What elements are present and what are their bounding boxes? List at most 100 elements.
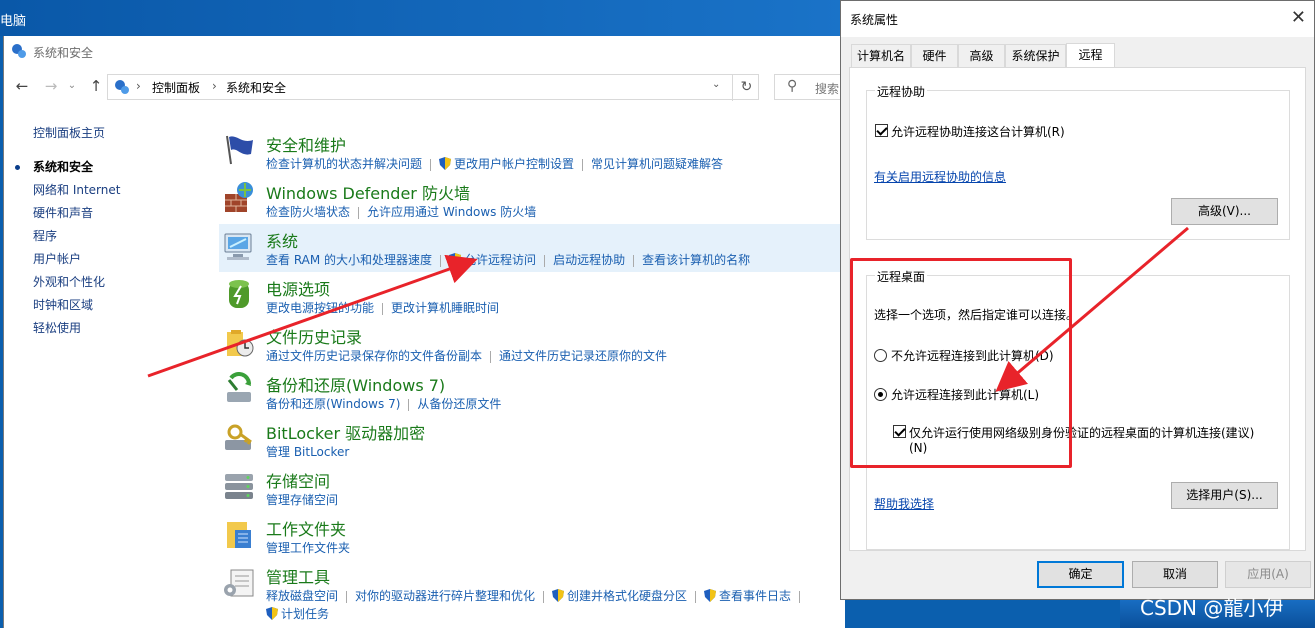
category-title[interactable]: Windows Defender 防火墙 [266,180,470,204]
link-manage-storage[interactable]: 管理存储空间 [266,493,338,507]
link-schedule-tasks[interactable]: 计划任务 [281,607,329,621]
category-title[interactable]: BitLocker 驱动器加密 [266,420,425,444]
breadcrumb-system-security[interactable]: 系统和安全 [226,79,286,96]
link-restore-files[interactable]: 通过文件历史记录还原你的文件 [499,349,667,363]
uac-shield-icon [552,589,565,602]
select-users-button[interactable]: 选择用户(S)... [1171,482,1278,509]
group-legend: 远程协助 [875,83,928,100]
nav-item-network[interactable]: 网络和 Internet [33,181,120,198]
link-free-disk-space[interactable]: 释放磁盘空间 [266,589,338,603]
separator [543,590,545,603]
category-system: 系统 查看 RAM 的大小和处理器速度 允许远程访问 启动远程协助 查看该计算机的名称 [219,224,844,272]
remote-assistance-info-link[interactable]: 有关启用远程协助的信息 [874,168,1006,185]
category-title[interactable]: 电源选项 [266,276,330,300]
category-backup-restore: 备份和还原(Windows 7) 备份和还原(Windows 7) 从备份还原文件 [219,368,844,416]
nav-item-hardware-sound[interactable]: 硬件和声音 [33,204,93,221]
nav-item-programs[interactable]: 程序 [33,227,57,244]
tab-remote[interactable]: 远程 [1066,43,1115,68]
advanced-button[interactable]: 高级(V)... [1171,198,1278,225]
link-allow-app[interactable]: 允许应用通过 Windows 防火墙 [367,205,536,219]
separator [582,158,584,171]
refresh-icon[interactable]: ↻ [732,75,760,101]
category-title[interactable]: 安全和维护 [266,132,346,156]
bitlocker-key-icon [225,424,252,450]
category-title[interactable]: 系统 [266,228,298,252]
separator [633,254,635,267]
tab-advanced[interactable]: 高级 [958,44,1005,67]
backup-icon [227,372,251,402]
close-icon[interactable]: ✕ [1291,7,1306,28]
tab-computer-name[interactable]: 计算机名 [851,44,911,67]
category-links: 释放磁盘空间 对你的驱动器进行碎片整理和优化 创建并格式化硬盘分区 查看事件日志 [266,587,808,604]
link-view-computer-name[interactable]: 查看该计算机的名称 [642,253,750,267]
nav-item-ease-of-access[interactable]: 轻松使用 [33,319,81,336]
dialog-title: 系统属性 [850,13,899,27]
nav-item-user-accounts[interactable]: 用户帐户 [33,250,81,267]
remote-assistance-group: 远程协助 允许远程协助连接这台计算机(R) 有关启用远程协助的信息 高级(V).… [866,83,1290,240]
category-title[interactable]: 存储空间 [266,468,330,492]
category-power-options: 电源选项 更改电源按钮的功能 更改计算机睡眠时间 [219,272,844,320]
link-manage-work-folders[interactable]: 管理工作文件夹 [266,541,350,555]
category-links: 检查计算机的状态并解决问题 更改用户帐户控制设置 常见计算机问题疑难解答 [266,155,723,172]
up-arrow-icon[interactable]: ↑ [86,76,106,96]
category-work-folders: 工作文件夹 管理工作文件夹 [219,512,844,560]
category-links-row2: 计划任务 [266,605,329,622]
category-title[interactable]: 文件历史记录 [266,324,362,348]
dialog-titlebar: 系统属性 ✕ [841,1,1314,37]
desktop-background: 电脑 [0,0,845,36]
category-title[interactable]: 备份和还原(Windows 7) [266,372,445,396]
link-sleep-time[interactable]: 更改计算机睡眠时间 [391,301,499,315]
watermark-text: CSDN @龍小伊 [1140,596,1284,620]
link-restore-from-backup[interactable]: 从备份还原文件 [417,397,501,411]
recent-dropdown-icon[interactable]: ⌄ [62,76,82,96]
link-launch-remote-assistance[interactable]: 启动远程协助 [553,253,625,267]
category-links: 管理工作文件夹 [266,539,350,556]
nav-item-system-security[interactable]: 系统和安全 [33,158,93,175]
breadcrumb-control-panel[interactable]: 控制面板 [152,79,200,96]
separator [382,302,384,315]
category-links: 备份和还原(Windows 7) 从备份还原文件 [266,395,501,412]
address-dropdown-icon[interactable]: ⌄ [712,79,720,90]
link-view-event-logs[interactable]: 查看事件日志 [719,589,791,603]
address-bar[interactable]: › 控制面板 › 系统和安全 ⌄ ↻ [107,74,760,101]
link-view-ram[interactable]: 查看 RAM 的大小和处理器速度 [266,253,432,267]
category-title[interactable]: 管理工具 [266,564,330,588]
current-item-bullet [15,165,20,170]
link-allow-remote-access[interactable]: 允许远程访问 [464,253,536,267]
link-backup-restore-win7[interactable]: 备份和还原(Windows 7) [266,397,400,411]
separator [430,158,432,171]
nav-item-clock-region[interactable]: 时钟和区域 [33,296,93,313]
link-uac-settings[interactable]: 更改用户帐户控制设置 [454,157,574,171]
control-panel-icon [115,80,129,94]
category-title[interactable]: 工作文件夹 [266,516,346,540]
separator [695,590,697,603]
uac-shield-icon [449,253,462,266]
category-links: 更改电源按钮的功能 更改计算机睡眠时间 [266,299,499,316]
category-firewall: Windows Defender 防火墙 检查防火墙状态 允许应用通过 Windo… [219,176,844,224]
link-firewall-status[interactable]: 检查防火墙状态 [266,205,350,219]
link-power-button[interactable]: 更改电源按钮的功能 [266,301,374,315]
link-check-status[interactable]: 检查计算机的状态并解决问题 [266,157,422,171]
allow-remote-assistance-checkbox[interactable] [875,124,888,137]
nav-item-appearance[interactable]: 外观和个性化 [33,273,105,290]
back-arrow-icon[interactable]: ← [12,76,32,96]
breadcrumb-separator: › [136,79,141,93]
computer-icon [224,233,252,260]
link-create-partition[interactable]: 创建并格式化硬盘分区 [567,589,687,603]
link-manage-bitlocker[interactable]: 管理 BitLocker [266,445,349,459]
link-save-backup[interactable]: 通过文件历史记录保存你的文件备份副本 [266,349,482,363]
apply-button[interactable]: 应用(A) [1225,561,1311,588]
separator [799,590,801,603]
power-battery-icon [229,280,249,308]
help-me-choose-link[interactable]: 帮助我选择 [874,495,934,512]
cancel-button[interactable]: 取消 [1132,561,1218,588]
control-panel-icon [12,44,26,58]
nav-home-link[interactable]: 控制面板主页 [33,124,105,141]
tab-system-protection[interactable]: 系统保护 [1005,44,1066,67]
ok-button[interactable]: 确定 [1037,561,1124,588]
forward-arrow-icon[interactable]: → [41,76,61,96]
category-links: 管理 BitLocker [266,443,349,460]
tab-hardware[interactable]: 硬件 [911,44,958,67]
link-troubleshoot[interactable]: 常见计算机问题疑难解答 [591,157,723,171]
link-defragment[interactable]: 对你的驱动器进行碎片整理和优化 [355,589,535,603]
